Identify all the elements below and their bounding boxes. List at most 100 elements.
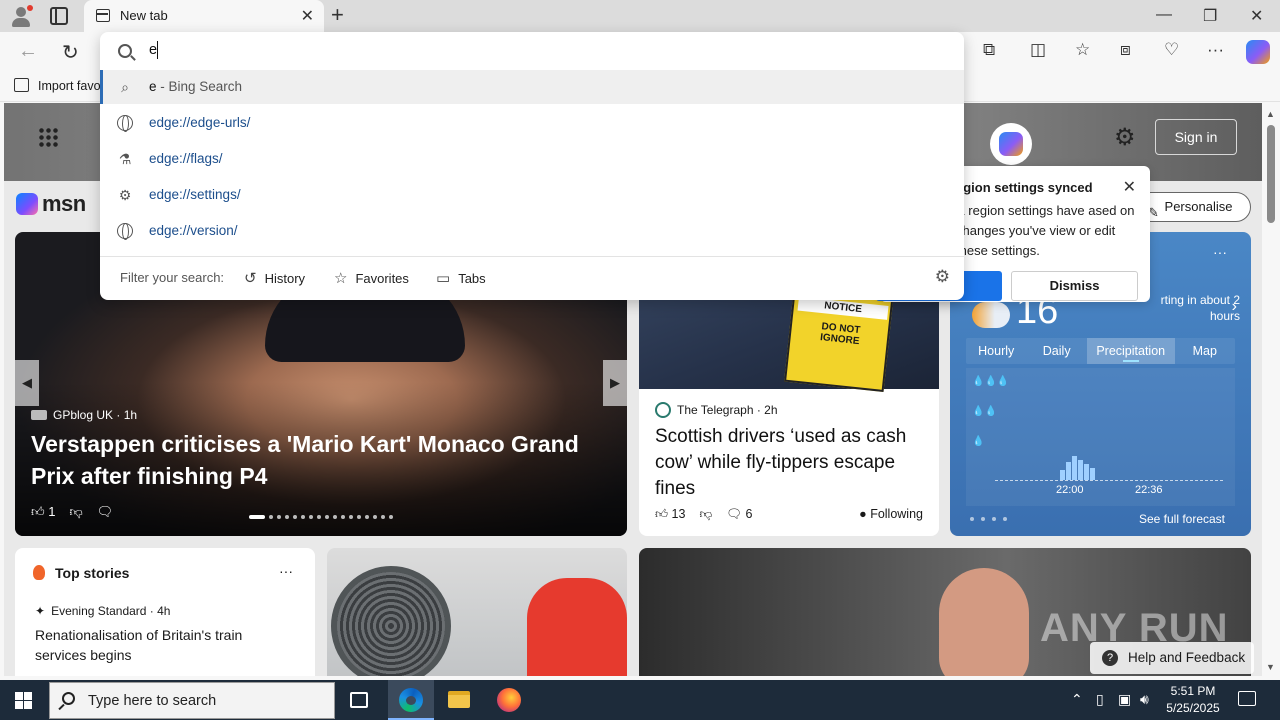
import-icon xyxy=(14,78,29,92)
fan-photo xyxy=(331,566,451,676)
copilot-search-icon[interactable] xyxy=(990,123,1032,165)
file-explorer-icon[interactable] xyxy=(448,691,470,708)
suggestion-edge-settings[interactable]: ⚙ edge://settings/ xyxy=(100,178,964,212)
scroll-thumb[interactable] xyxy=(1267,125,1275,223)
tab-map[interactable]: Map xyxy=(1175,338,1235,364)
task-view-icon[interactable] xyxy=(350,692,368,708)
new-tab-button[interactable]: + xyxy=(331,3,344,27)
top-stories-more-button[interactable]: ··· xyxy=(279,563,293,579)
flame-icon xyxy=(33,565,45,580)
search-settings-gear-icon[interactable]: ⚙ xyxy=(935,267,950,287)
hero-headline[interactable]: Verstappen criticises a 'Mario Kart' Mon… xyxy=(31,428,601,492)
extensions-icon[interactable]: ⧉ xyxy=(983,40,995,60)
clock-date: 5/25/2025 xyxy=(1166,701,1220,715)
match-text: e xyxy=(149,151,157,166)
suggestion-edge-version[interactable]: edge://version/ xyxy=(100,214,964,248)
search-icon xyxy=(62,692,75,705)
apps-grid-icon[interactable] xyxy=(38,127,58,147)
sign-in-button[interactable]: Sign in xyxy=(1155,119,1237,155)
network-icon[interactable]: ▣ xyxy=(1118,691,1131,708)
carousel-prev-button[interactable]: ◀ xyxy=(15,360,39,406)
settings-more-icon[interactable]: ··· xyxy=(1207,40,1224,60)
filter-history[interactable]: ↺ History xyxy=(244,269,305,287)
chevron-up-icon[interactable]: ⌃ xyxy=(1071,691,1083,708)
heat-pump-news-card[interactable] xyxy=(327,548,627,676)
personalise-button[interactable]: ✎ Personalise xyxy=(1136,192,1251,222)
telegraph-source-text: The Telegraph · 2h xyxy=(677,403,778,417)
back-button[interactable]: ← xyxy=(18,40,38,63)
page-settings-gear-icon[interactable]: ⚙ xyxy=(1114,123,1136,152)
profile-avatar-icon[interactable] xyxy=(10,5,33,27)
top-story-headline[interactable]: Renationalisation of Britain's train ser… xyxy=(35,625,295,665)
tab-close-button[interactable]: ✕ xyxy=(301,6,314,26)
page-scrollbar[interactable]: ▲ ▼ xyxy=(1262,103,1280,676)
hero-source-text: GPblog UK · 1h xyxy=(53,408,138,422)
copilot-icon[interactable] xyxy=(1246,40,1270,64)
windows-start-icon[interactable] xyxy=(15,692,32,709)
notice-sign-label: NOTICE xyxy=(797,296,889,320)
tab-daily[interactable]: Daily xyxy=(1026,338,1086,364)
browser-essentials-icon[interactable]: ♡ xyxy=(1164,40,1179,60)
see-full-forecast-link[interactable]: See full forecast xyxy=(1139,512,1225,526)
taskbar-edge-button[interactable] xyxy=(388,680,434,720)
tab-precipitation[interactable]: Precipitation xyxy=(1086,338,1175,364)
weather-more-button[interactable]: ··· xyxy=(1213,244,1227,260)
telegraph-headline[interactable]: Scottish drivers ‘used as cash cow’ whil… xyxy=(655,424,930,502)
following-button[interactable]: ● Following xyxy=(859,507,923,521)
match-text: e xyxy=(149,115,157,130)
like-button[interactable]: 👍︎ 1 xyxy=(31,504,55,520)
telegraph-source: The Telegraph · 2h xyxy=(655,402,778,418)
filter-favorites[interactable]: ☆ Favorites xyxy=(334,269,409,287)
precip-bar xyxy=(1084,464,1089,480)
refresh-button[interactable]: ↻ xyxy=(62,40,79,65)
precip-bar xyxy=(1066,462,1071,480)
match-text: e xyxy=(149,79,157,94)
battery-icon[interactable]: ▯ xyxy=(1096,691,1104,708)
collections-icon[interactable]: ⧈ xyxy=(1120,40,1131,60)
like-count: 1 xyxy=(48,504,56,519)
taskbar-search-box[interactable]: Type here to search xyxy=(49,682,335,719)
tab-actions-icon[interactable] xyxy=(50,7,68,25)
search-filter-bar: Filter your search: ↺ History ☆ Favorites … xyxy=(100,256,964,300)
globe-icon xyxy=(117,223,133,240)
close-window-button[interactable]: ✕ xyxy=(1250,6,1263,26)
precipitation-summary: rting in about 2 hours xyxy=(1160,293,1240,323)
dislike-icon[interactable]: 👎︎ xyxy=(699,507,712,522)
suggestion-edge-urls[interactable]: edge://edge-urls/ xyxy=(100,106,964,140)
text-caret xyxy=(157,41,158,59)
import-favorites-link[interactable]: Import favo xyxy=(38,79,101,93)
help-and-feedback-button[interactable]: ? Help and Feedback xyxy=(1090,642,1254,674)
suggestion-text: dge://edge-urls/ xyxy=(156,115,251,130)
dislike-icon[interactable]: 👎︎ xyxy=(69,504,82,520)
scroll-up-arrow-icon[interactable]: ▲ xyxy=(1266,109,1275,119)
tab-hourly[interactable]: Hourly xyxy=(966,338,1026,364)
tab-new-tab[interactable]: New tab ✕ xyxy=(84,0,324,32)
like-button[interactable]: 👍︎ 13 xyxy=(655,507,685,522)
carousel-dots xyxy=(249,515,393,519)
favorites-star-icon[interactable]: ☆ xyxy=(1075,40,1090,60)
evening-standard-logo-icon: ✦ xyxy=(35,604,46,618)
split-screen-icon[interactable]: ◫ xyxy=(1030,40,1046,60)
maximize-button[interactable]: ❐ xyxy=(1203,6,1217,26)
address-bar-input[interactable]: e xyxy=(149,42,157,58)
suggestion-edge-flags[interactable]: ⚗ edge://flags/ xyxy=(100,142,964,176)
dismiss-button[interactable]: Dismiss xyxy=(1011,271,1138,301)
firefox-icon[interactable] xyxy=(497,688,521,712)
minimize-button[interactable]: — xyxy=(1156,6,1172,24)
top-stories-card[interactable]: Top stories ··· ✦ Evening Standard · 4h … xyxy=(15,548,315,676)
comment-count: 6 xyxy=(745,507,753,521)
suggestion-bing-search[interactable]: ⌕ e - Bing Search xyxy=(100,70,964,104)
system-clock[interactable]: 5:51 PM 5/25/2025 xyxy=(1158,683,1228,717)
carousel-next-button[interactable]: ▶ xyxy=(603,360,627,406)
comment-button[interactable]: 🗨 6 xyxy=(726,507,752,522)
popup-close-icon[interactable]: ✕ xyxy=(1123,177,1136,197)
chevron-right-icon[interactable]: › xyxy=(1232,298,1237,316)
volume-icon[interactable]: 🔊︎ xyxy=(1140,691,1149,708)
notifications-icon[interactable] xyxy=(1238,691,1256,706)
comment-icon[interactable]: 🗨 xyxy=(97,504,114,520)
msn-logo[interactable]: msn xyxy=(16,191,86,217)
address-bar-dropdown: e ⌕ e - Bing Search edge://edge-urls/ ⚗ … xyxy=(100,32,964,300)
scroll-down-arrow-icon[interactable]: ▼ xyxy=(1266,662,1275,672)
partly-cloudy-icon xyxy=(972,302,1010,328)
filter-tabs[interactable]: ▭ Tabs xyxy=(436,269,486,287)
